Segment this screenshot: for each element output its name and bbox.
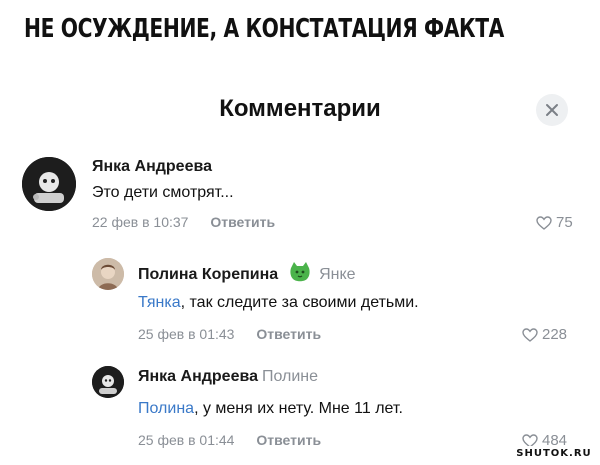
comment-text-body: Это дети смотрят...: [92, 184, 234, 201]
comment-date: 22 фев в 10:37: [92, 214, 189, 230]
avatar-image: [92, 366, 124, 398]
comment-author-name[interactable]: Полина Корепина: [138, 266, 278, 283]
comment-text-body: , так следите за своими детьми.: [180, 294, 419, 311]
comment-author[interactable]: Янка Андреева: [92, 158, 212, 176]
avatar-image: [22, 157, 76, 211]
comment-meta: 25 фев в 01:44 Ответить: [138, 432, 321, 448]
page-title: Комментарии: [219, 95, 381, 122]
cat-emoji-badge-icon: [289, 262, 311, 287]
comment-meta: 25 фев в 01:43 Ответить: [138, 326, 321, 342]
site-watermark: SHUTOK.RU: [511, 446, 597, 462]
mention-link[interactable]: Полина: [138, 400, 194, 417]
close-icon: [546, 104, 558, 116]
reply-button[interactable]: Ответить: [256, 432, 321, 448]
comment-author: Полина Корепина Янке: [138, 262, 356, 287]
like-button[interactable]: 75: [536, 214, 573, 231]
meme-headline: НЕ ОСУЖДЕНИЕ, А КОНСТАТАЦИЯ ФАКТА: [24, 14, 504, 44]
comment-author-name[interactable]: Янка Андреева: [138, 368, 258, 385]
comment-date: 25 фев в 01:43: [138, 326, 235, 342]
avatar[interactable]: [92, 258, 124, 290]
comment-text: Полина, у меня их нету. Мне 11 лет.: [138, 400, 403, 418]
close-button[interactable]: [536, 94, 568, 126]
like-button[interactable]: 228: [522, 326, 567, 343]
like-count: 228: [542, 326, 568, 343]
heart-outline-icon: [522, 327, 538, 342]
comment-text-body: , у меня их нету. Мне 11 лет.: [194, 400, 403, 417]
comment-text: Тянка, так следите за своими детьми.: [138, 294, 419, 312]
heart-outline-icon: [536, 215, 552, 230]
comment-meta: 22 фев в 10:37 Ответить: [92, 214, 275, 230]
reply-button[interactable]: Ответить: [210, 214, 275, 230]
avatar[interactable]: [92, 366, 124, 398]
avatar-image: [92, 258, 124, 290]
comment-text: Это дети смотрят...: [92, 184, 234, 202]
reply-button[interactable]: Ответить: [256, 326, 321, 342]
comment-date: 25 фев в 01:44: [138, 432, 235, 448]
avatar[interactable]: [22, 157, 76, 211]
mention-link[interactable]: Тянка: [138, 294, 181, 311]
comment-author: Янка Андреева Полине: [138, 368, 318, 386]
reply-to-name[interactable]: Янке: [319, 266, 355, 283]
like-count: 75: [556, 214, 573, 231]
reply-to-name[interactable]: Полине: [262, 368, 318, 385]
